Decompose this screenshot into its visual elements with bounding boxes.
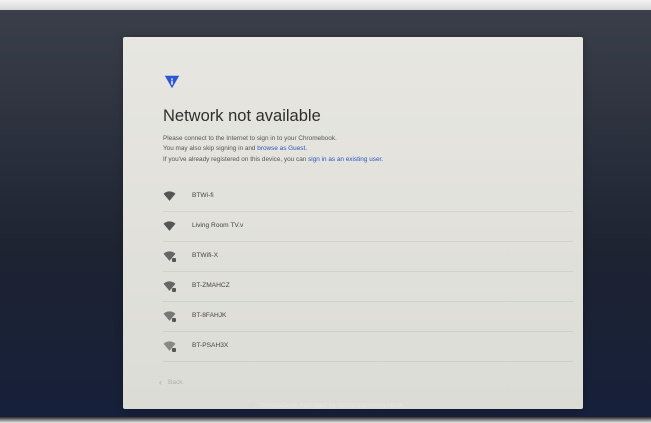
description-line-2-prefix: You may also skip signing in and: [163, 145, 258, 153]
network-item[interactable]: BT-PSAH3X: [163, 332, 573, 362]
network-name: BTWi-fi: [192, 192, 214, 199]
page-title: Network not available: [163, 107, 321, 125]
network-name: Living Room TV.v: [192, 222, 244, 229]
monitor-bottom-edge: [0, 417, 651, 423]
lock-icon: [172, 288, 176, 292]
lock-icon: [172, 318, 176, 322]
network-name: BT-8FAHJK: [192, 312, 227, 319]
network-item[interactable]: BT-ZMAHCZ: [163, 272, 573, 302]
info-icon: [164, 75, 180, 89]
network-item[interactable]: BT-8FAHJK: [163, 302, 573, 332]
lock-icon: [172, 348, 176, 352]
network-name: BTWifi-X: [192, 252, 219, 259]
back-button[interactable]: ‹ Back: [159, 377, 182, 387]
back-label: Back: [168, 379, 183, 386]
network-name: BT-ZMAHCZ: [192, 282, 230, 289]
chevron-left-icon: ‹: [159, 377, 162, 387]
description: Please connect to the Internet to sign i…: [163, 134, 573, 165]
wifi-icon: [163, 221, 176, 231]
monitor-top-edge: [0, 0, 651, 10]
building-icon: [247, 402, 254, 408]
lock-icon: [172, 258, 176, 262]
network-item[interactable]: BTWifi-X: [163, 242, 573, 272]
network-name: BT-PSAH3X: [192, 342, 229, 349]
oobe-dialog: Network not available Please connect to …: [123, 37, 583, 409]
description-line-3: If you've already registered on this dev…: [163, 155, 573, 165]
sign-in-existing-user-link[interactable]: sign in as an existing user: [308, 156, 381, 163]
description-line-1: Please connect to the Internet to sign i…: [163, 135, 337, 142]
description-line-3-prefix: If you've already registered on this dev…: [163, 155, 309, 163]
description-line-2-suffix: .: [305, 145, 307, 153]
network-list: BTWi-fi Living Room TV.v BTWifi-X BT-ZMA…: [163, 182, 573, 362]
network-item[interactable]: Living Room TV.v: [163, 212, 573, 242]
network-item[interactable]: BTWi-fi: [163, 182, 573, 212]
description-line-3-suffix: .: [381, 155, 384, 163]
managed-text: Chromebook managed by stcharlesprimary.c…: [259, 402, 404, 409]
browse-as-guest-link[interactable]: browse as Guest: [257, 145, 305, 152]
description-line-2: You may also skip signing in and browse …: [163, 144, 573, 154]
wifi-icon: [163, 191, 176, 201]
managed-device-footer: Chromebook managed by stcharlesprimary.c…: [0, 402, 651, 409]
